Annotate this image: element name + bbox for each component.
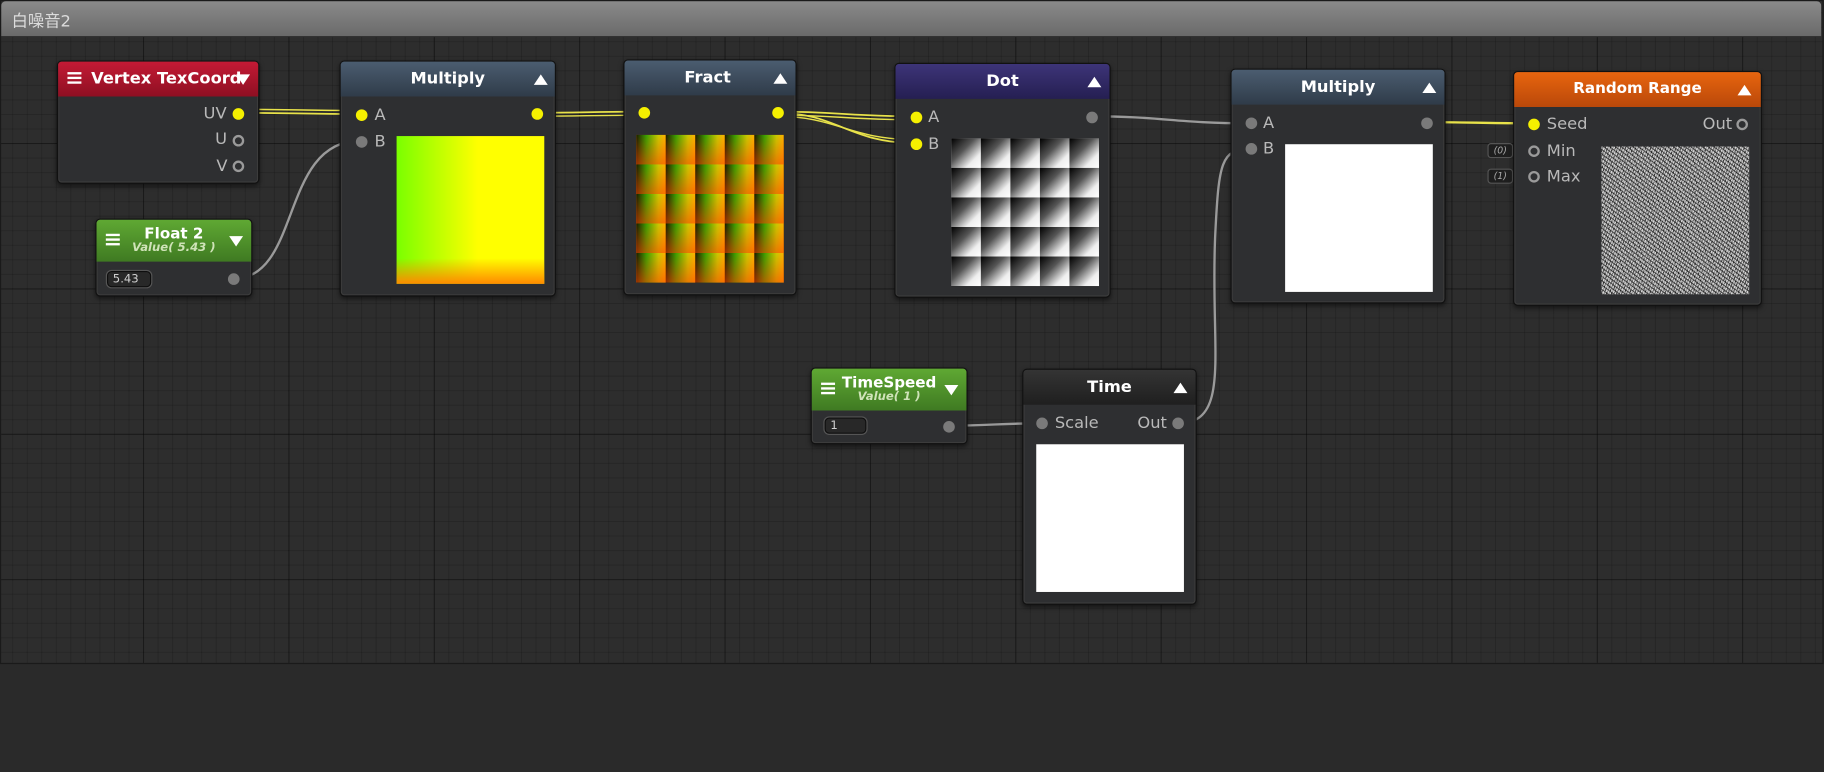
input-port-max[interactable] — [1528, 170, 1540, 183]
node-title: Fract — [684, 68, 731, 88]
input-label-a: A — [928, 108, 940, 127]
node-header[interactable]: Time — [1023, 369, 1196, 405]
input-label-b: B — [928, 134, 940, 154]
preview-image — [951, 138, 1100, 287]
output-port[interactable] — [1421, 117, 1433, 130]
output-port[interactable] — [1086, 111, 1098, 124]
output-label-out: Out — [1137, 414, 1167, 433]
node-title: Multiply — [1300, 77, 1376, 97]
input-label-seed: Seed — [1546, 115, 1588, 134]
node-title: Dot — [986, 72, 1019, 91]
node-title: Vertex TexCoord — [91, 69, 242, 89]
collapse-toggle-icon[interactable] — [773, 73, 788, 84]
node-header[interactable]: Dot — [895, 63, 1110, 99]
node-vertex-texcoord[interactable]: Vertex TexCoord UV U V — [56, 60, 260, 184]
node-header[interactable]: Float 2 Value( 5.43 ) — [96, 219, 252, 262]
node-title: Random Range — [1573, 80, 1702, 98]
node-time[interactable]: Time Scale Out — [1022, 368, 1197, 605]
input-label-b: B — [374, 132, 386, 152]
collapse-toggle-icon[interactable] — [1173, 382, 1188, 394]
node-dot[interactable]: Dot A B — [894, 62, 1111, 298]
node-header[interactable]: Vertex TexCoord — [58, 61, 259, 97]
float-value-field[interactable]: 1 — [824, 417, 867, 434]
noise-preview-image — [1601, 146, 1750, 295]
input-port-b[interactable] — [1245, 143, 1258, 155]
node-multiply[interactable]: Multiply A B — [1230, 68, 1446, 304]
output-label-out: Out — [1702, 115, 1733, 134]
collapse-toggle-icon[interactable] — [1422, 82, 1437, 94]
output-port-v[interactable] — [232, 160, 245, 173]
output-port[interactable] — [227, 273, 240, 285]
node-subtitle: Value( 5.43 ) — [132, 241, 216, 255]
output-port-uv[interactable] — [232, 108, 245, 120]
collapse-toggle-icon[interactable] — [533, 74, 548, 85]
output-port[interactable] — [531, 108, 544, 120]
node-title: Multiply — [410, 69, 486, 89]
node-title: TimeSpeed — [841, 374, 937, 392]
input-port-a[interactable] — [910, 111, 923, 124]
input-port-b[interactable] — [355, 136, 368, 148]
node-multiply[interactable]: Multiply A B — [339, 60, 556, 297]
input-label-a: A — [1263, 113, 1275, 133]
node-title: Time — [1087, 377, 1132, 397]
node-graph-canvas[interactable]: 白噪音2 Vertex TexCoord UV U V Float 2 Valu… — [0, 0, 1824, 772]
node-header[interactable]: Random Range — [1514, 72, 1761, 107]
output-label-v: V — [216, 157, 228, 176]
preview-image — [636, 134, 784, 283]
output-label-uv: UV — [203, 104, 227, 124]
collapse-toggle-icon[interactable] — [944, 384, 959, 396]
max-default-value[interactable]: (1) — [1487, 168, 1514, 184]
input-port-min[interactable] — [1528, 145, 1540, 158]
node-float-2[interactable]: Float 2 Value( 5.43 ) 5.43 — [95, 218, 253, 297]
float-value-field[interactable]: 5.43 — [106, 270, 152, 288]
output-port[interactable] — [943, 421, 955, 433]
output-port-out[interactable] — [1736, 118, 1748, 131]
preview-image — [1285, 144, 1433, 292]
input-port-scale[interactable] — [1036, 417, 1048, 430]
input-port[interactable] — [638, 106, 651, 119]
output-port-out[interactable] — [1172, 417, 1184, 430]
collapse-toggle-icon[interactable] — [229, 236, 244, 247]
input-port-b[interactable] — [910, 138, 923, 151]
node-title: Float 2 — [144, 225, 204, 244]
wire-dot-to-multiply2-a — [1089, 115, 1252, 125]
node-header[interactable]: Multiply — [1231, 69, 1445, 105]
collapse-toggle-icon[interactable] — [236, 74, 251, 85]
input-label-a: A — [374, 105, 386, 125]
node-subtitle: Value( 1 ) — [857, 390, 921, 404]
node-header[interactable]: Multiply — [340, 61, 555, 97]
node-fract[interactable]: Fract — [623, 59, 797, 296]
min-default-value[interactable]: (0) — [1487, 143, 1514, 159]
input-port-a[interactable] — [1245, 117, 1258, 130]
output-port[interactable] — [772, 106, 784, 119]
node-header[interactable]: TimeSpeed Value( 1 ) — [811, 368, 967, 411]
input-port-a[interactable] — [355, 109, 368, 121]
preview-image — [396, 136, 545, 284]
collapse-toggle-icon[interactable] — [1737, 84, 1752, 96]
input-port-seed[interactable] — [1528, 118, 1540, 131]
node-timespeed[interactable]: TimeSpeed Value( 1 ) 1 — [810, 367, 968, 445]
input-label-min: Min — [1546, 141, 1576, 161]
input-label-scale: Scale — [1054, 414, 1099, 433]
node-header[interactable]: Fract — [624, 60, 796, 96]
input-label-max: Max — [1546, 167, 1581, 187]
collapse-toggle-icon[interactable] — [1087, 76, 1102, 88]
output-label-u: U — [215, 130, 228, 149]
output-port-u[interactable] — [232, 134, 245, 147]
preview-image — [1036, 444, 1184, 592]
input-label-b: B — [1263, 139, 1275, 159]
node-random-range[interactable]: Random Range Seed Min Max Out — [1513, 70, 1762, 306]
